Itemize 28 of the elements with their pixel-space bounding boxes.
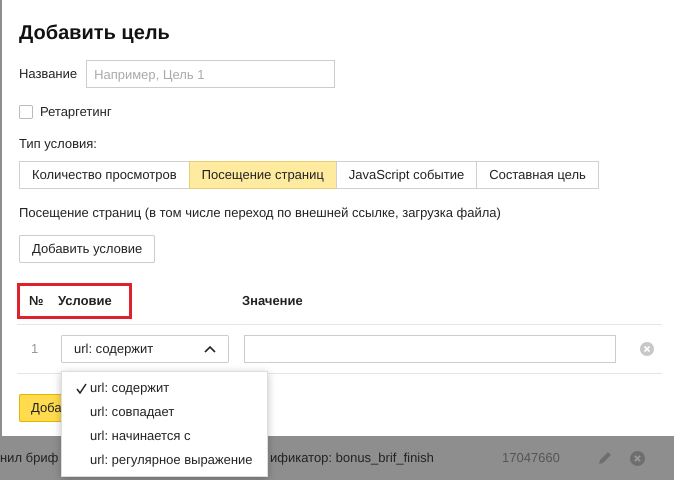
condition-tab[interactable]: Посещение страниц (188, 161, 337, 189)
column-header: Значение (242, 292, 303, 310)
checkbox[interactable] (19, 104, 33, 119)
remove-icon[interactable] (630, 450, 645, 466)
row-number: 1 (31, 340, 40, 358)
section-label: Тип условия: (19, 134, 98, 153)
column-header: Условие (58, 292, 113, 310)
table-cell: 17047660 (502, 450, 560, 466)
column-header: № (29, 292, 44, 310)
table-cell: нил бриф (0, 450, 58, 466)
value-field[interactable] (244, 334, 616, 362)
clear-icon[interactable] (640, 342, 654, 356)
dialog-title: Добавить цель (19, 21, 171, 46)
pencil-icon[interactable] (597, 450, 613, 466)
condition-tab[interactable]: Составная цель (476, 161, 599, 189)
dropdown-option[interactable]: url: регулярное выражение (62, 448, 267, 472)
table-cell: ификатор: bonus_brif_finish (270, 450, 434, 466)
dropdown-option[interactable]: url: совпадает (62, 400, 267, 424)
name-field[interactable]: Например, Цель 1 (86, 60, 336, 88)
description-text: Посещение страниц (в том числе переход по внешней ссылке, загрузка файла) (19, 204, 502, 222)
dropdown-option[interactable]: url: содержит (62, 376, 267, 400)
condition-tab[interactable]: Количество просмотров (19, 161, 190, 189)
add-condition-button[interactable]: Добавить условие (19, 234, 156, 262)
dropdown-option[interactable]: url: начинается с (62, 424, 267, 448)
condition-tab[interactable]: JavaScript событие (336, 161, 478, 189)
field-label: Название (19, 65, 78, 84)
checkbox-label: Ретаргетинг (40, 103, 112, 121)
condition-select[interactable]: url: содержит (61, 334, 229, 362)
